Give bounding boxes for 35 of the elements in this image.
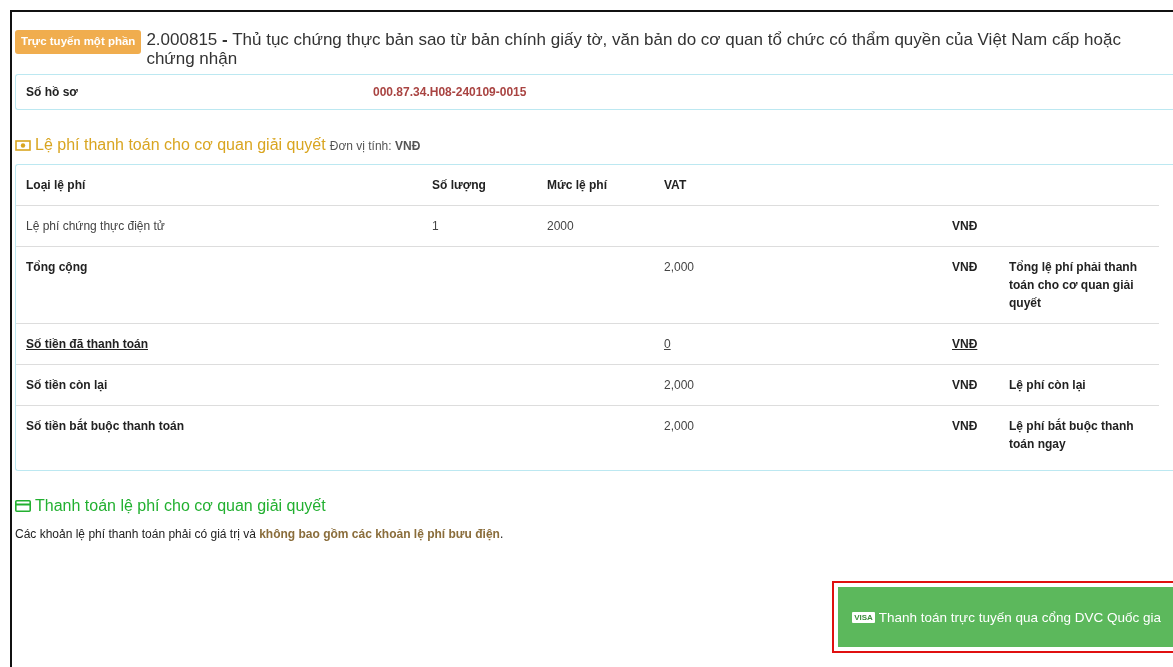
- table-cell: 2,000: [654, 246, 942, 323]
- pay-online-button[interactable]: VISA Thanh toán trực tuyến qua cổng DVC Quốc gia: [838, 587, 1173, 647]
- visa-icon: VISA: [852, 611, 875, 623]
- status-badge: Trực tuyến một phần: [15, 30, 142, 54]
- section-title: Lệ phí thanh toán cho cơ quan giải quyết: [35, 136, 326, 154]
- column-header: Mức lệ phí: [546, 177, 609, 194]
- amount-link[interactable]: 0: [654, 323, 942, 364]
- table-cell: 2,000: [654, 364, 942, 405]
- table-cell: VNĐ: [942, 405, 999, 464]
- unit-text: Đơn vị tính: VNĐ: [329, 139, 421, 153]
- money-icon: [15, 139, 31, 151]
- credit-card-icon: [15, 500, 31, 512]
- section-title: Thanh toán lệ phí cho cơ quan giải quyết: [35, 497, 326, 515]
- table-cell: 1: [422, 205, 537, 246]
- procedure-title: 2.000815 - Thủ tục chứng thực bản sao từ bản chính giấy tờ, văn bản do cơ quan tổ chức có thẩm quyền của Việt Nam cấp hoặc chứng nhận: [146, 30, 1122, 68]
- table-cell: Tổng cộng: [16, 246, 422, 323]
- table-cell: 2,000: [654, 405, 942, 464]
- notice-text: Các khoản lệ phí thanh toán phải có giá trị và không bao gồm các khoản lệ phí bưu điện.: [15, 527, 505, 541]
- table-cell: Lệ phí bắt buộc thanh toán ngay: [999, 405, 1159, 464]
- column-header: Loại lệ phí: [25, 177, 87, 194]
- table-cell: Tổng lệ phí phải thanh toán cho cơ quan giải quyết: [999, 246, 1159, 323]
- file-number-value: 000.87.34.H08-240109-0015: [373, 85, 527, 99]
- table-cell: VNĐ: [942, 205, 999, 246]
- table-cell: Số tiền còn lại: [16, 364, 422, 405]
- table-cell: Lệ phí chứng thực điện tử: [16, 205, 422, 246]
- table-cell: Số tiền bắt buộc thanh toán: [16, 405, 422, 464]
- column-header: VAT: [663, 177, 688, 194]
- table-cell: VNĐ: [942, 246, 999, 323]
- paid-link[interactable]: Số tiền đã thanh toán: [16, 323, 422, 364]
- table-cell: 2000: [537, 205, 654, 246]
- table-cell: VNĐ: [942, 364, 999, 405]
- table-cell: Lệ phí còn lại: [999, 364, 1159, 405]
- file-number-label: Số hồ sơ: [26, 85, 79, 99]
- column-header: Số lượng: [431, 177, 487, 194]
- currency-link[interactable]: VNĐ: [942, 323, 999, 364]
